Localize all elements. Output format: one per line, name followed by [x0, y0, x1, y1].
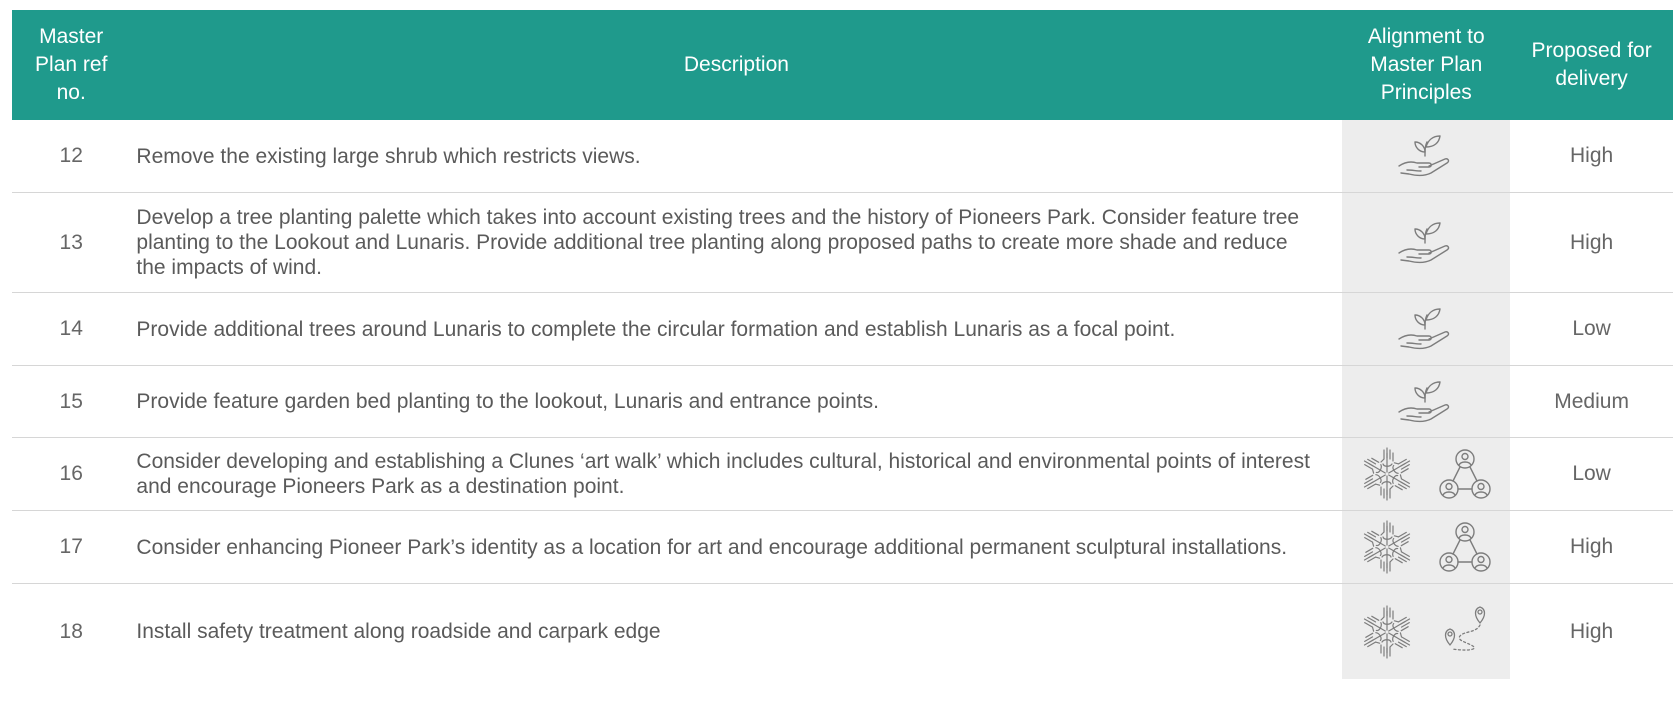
row-description: Provide additional trees around Lunaris … [136, 317, 1176, 341]
row-description: Provide feature garden bed planting to t… [136, 390, 879, 413]
row-description: Consider enhancing Pioneer Park’s identi… [136, 535, 1288, 559]
row-description: Install safety treatment along roadside … [136, 620, 661, 643]
row-alignment [1342, 438, 1511, 510]
header-delivery: Proposed for delivery [1531, 39, 1652, 90]
hands-circle-icon [1358, 603, 1416, 661]
header-description: Description [683, 53, 789, 76]
table-row: 12 Remove the existing large shrub which… [12, 120, 1673, 193]
table-row: 18 Install safety treatment along roadsi… [12, 584, 1673, 679]
row-ref: 16 [59, 462, 83, 485]
route-pins-icon [1436, 603, 1494, 661]
row-delivery: High [1570, 230, 1614, 254]
header-ref: Master Plan ref no. [35, 25, 108, 104]
row-delivery: High [1570, 619, 1614, 643]
people-network-icon [1436, 445, 1494, 503]
hands-circle-icon [1358, 518, 1416, 576]
row-alignment [1342, 120, 1511, 192]
plant-hand-icon [1395, 130, 1457, 182]
row-delivery: Medium [1554, 389, 1629, 413]
row-delivery: Low [1572, 462, 1611, 485]
table-row: 17 Consider enhancing Pioneer Park’s ide… [12, 511, 1673, 584]
row-alignment [1342, 193, 1511, 292]
master-plan-table: Master Plan ref no. Description Alignmen… [12, 10, 1673, 679]
row-alignment [1342, 584, 1511, 679]
row-ref: 17 [59, 535, 83, 558]
row-delivery: Low [1572, 317, 1611, 340]
table-header: Master Plan ref no. Description Alignmen… [12, 10, 1673, 120]
row-alignment [1342, 293, 1511, 365]
table-row: 14 Provide additional trees around Lunar… [12, 293, 1673, 366]
row-delivery: High [1570, 535, 1614, 558]
row-description: Consider developing and establishing a C… [136, 450, 1310, 498]
row-ref: 15 [59, 389, 83, 413]
table-row: 13 Develop a tree planting palette which… [12, 193, 1673, 293]
table-row: 16 Consider developing and establishing … [12, 438, 1673, 511]
row-ref: 18 [59, 619, 83, 643]
row-description: Remove the existing large shrub which re… [136, 144, 641, 168]
people-network-icon [1436, 518, 1494, 576]
row-ref: 12 [59, 144, 83, 167]
row-ref: 14 [59, 317, 83, 340]
plant-hand-icon [1395, 303, 1457, 355]
hands-circle-icon [1358, 445, 1416, 503]
header-alignment: Alignment to Master Plan Principles [1367, 25, 1485, 104]
row-ref: 13 [59, 230, 83, 254]
row-alignment [1342, 511, 1511, 583]
table-row: 15 Provide feature garden bed planting t… [12, 366, 1673, 438]
row-alignment [1342, 366, 1511, 437]
row-delivery: High [1570, 144, 1614, 167]
plant-hand-icon [1395, 217, 1457, 269]
plant-hand-icon [1395, 376, 1457, 428]
row-description: Develop a tree planting palette which ta… [136, 206, 1300, 279]
